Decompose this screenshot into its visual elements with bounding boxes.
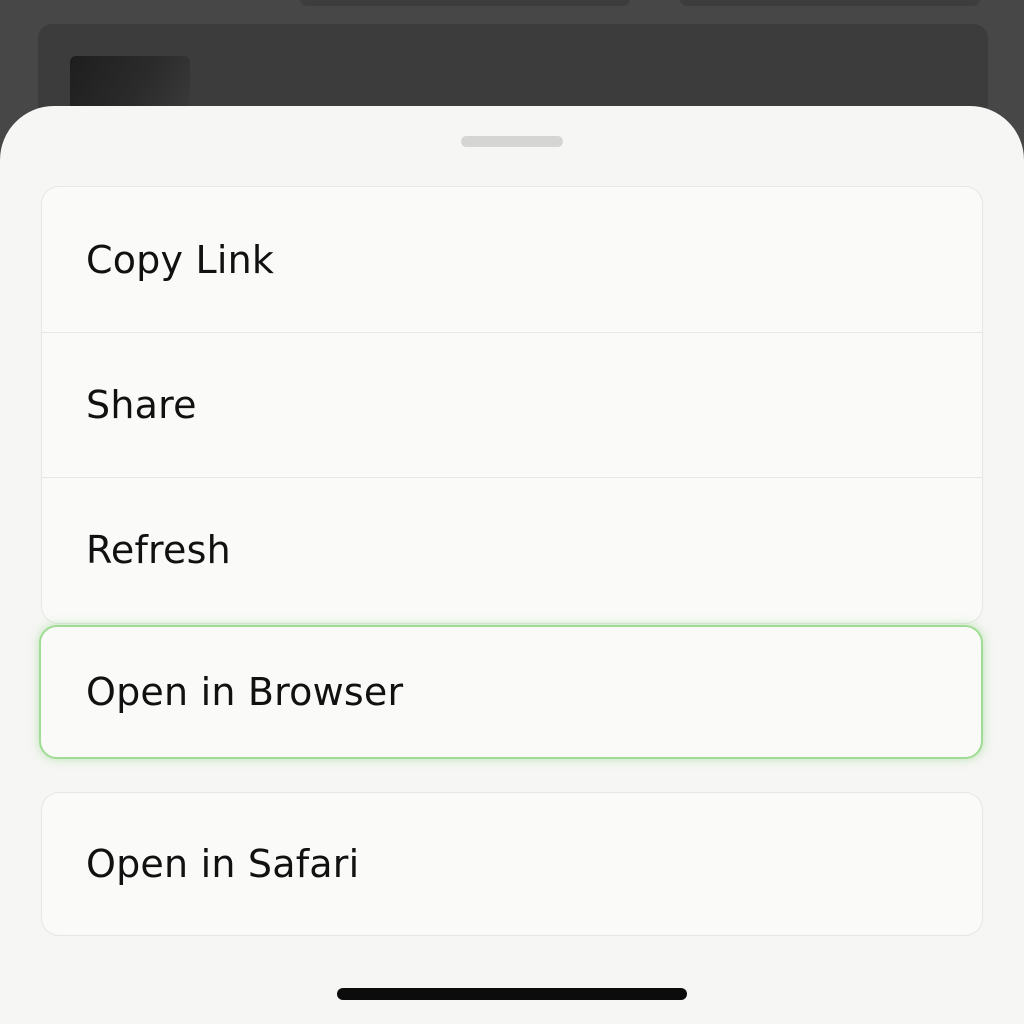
action-group-secondary: Open in Safari bbox=[41, 792, 983, 936]
home-indicator[interactable] bbox=[337, 988, 687, 1000]
copy-link-button[interactable]: Copy Link bbox=[42, 187, 982, 332]
open-in-browser-label: Open in Browser bbox=[86, 670, 404, 714]
action-group-primary: Copy Link Share Refresh bbox=[41, 186, 983, 624]
action-sheet: Copy Link Share Refresh Open in Browser … bbox=[0, 106, 1024, 1024]
share-button[interactable]: Share bbox=[42, 332, 982, 477]
refresh-label: Refresh bbox=[86, 528, 231, 572]
share-label: Share bbox=[86, 383, 197, 427]
open-in-safari-button[interactable]: Open in Safari bbox=[42, 793, 982, 935]
refresh-button[interactable]: Refresh bbox=[42, 477, 982, 622]
background-bar bbox=[680, 0, 980, 6]
open-in-safari-label: Open in Safari bbox=[86, 842, 360, 886]
open-in-browser-button[interactable]: Open in Browser bbox=[39, 625, 983, 759]
copy-link-label: Copy Link bbox=[86, 237, 275, 282]
sheet-grabber-handle[interactable] bbox=[461, 136, 563, 147]
background-bar bbox=[300, 0, 630, 6]
